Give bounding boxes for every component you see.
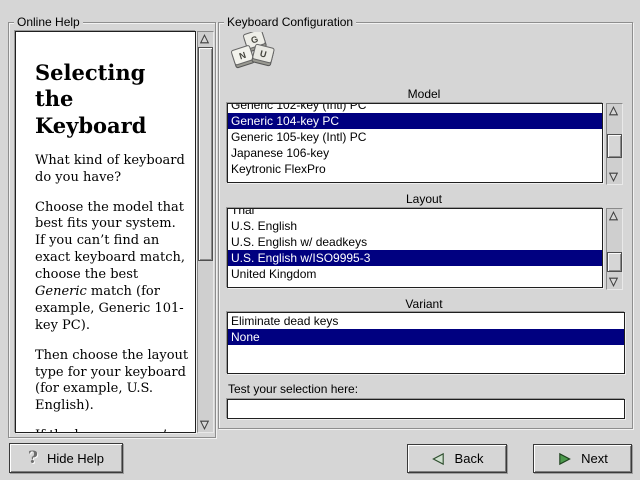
model-list-scrollbar[interactable] xyxy=(606,103,623,185)
help-content: Selecting the Keyboard What kind of keyb… xyxy=(16,32,195,433)
online-help-frame: Online Help Selecting the Keyboard What … xyxy=(8,22,216,438)
help-scrollbar[interactable] xyxy=(197,31,214,433)
layout-list-scrollbar[interactable] xyxy=(606,208,623,290)
scroll-up-icon[interactable] xyxy=(199,33,210,45)
scroll-down-icon[interactable] xyxy=(608,171,619,183)
list-item[interactable]: U.S. English xyxy=(228,218,602,234)
scroll-up-icon[interactable] xyxy=(608,105,619,117)
online-help-frame-label: Online Help xyxy=(14,15,83,29)
gnu-keyboard-keys-icon: G N U xyxy=(228,32,280,74)
hide-help-button-label: Hide Help xyxy=(47,451,104,466)
list-item[interactable]: Eliminate dead keys xyxy=(228,313,624,329)
keyboard-config-frame-label: Keyboard Configuration xyxy=(224,15,356,29)
layout-section-label: Layout xyxy=(227,192,621,206)
keyboard-test-input[interactable] xyxy=(227,399,625,419)
help-heading: Selecting the Keyboard xyxy=(35,60,189,139)
list-item[interactable]: None xyxy=(228,329,624,345)
list-item[interactable]: Keytronic FlexPro xyxy=(228,161,602,177)
list-item[interactable]: Generic 104-key PC xyxy=(228,113,602,129)
help-paragraph: Then choose the layout type for your key… xyxy=(35,348,189,416)
help-paragraph: What kind of keyboard do you have? xyxy=(35,153,189,187)
help-paragraph: If the language you’ve selected uses spe… xyxy=(35,428,189,433)
list-item[interactable]: Thai xyxy=(228,208,602,218)
next-button-label: Next xyxy=(581,451,608,466)
list-item[interactable]: United Kingdom xyxy=(228,266,602,282)
help-text-panel: Selecting the Keyboard What kind of keyb… xyxy=(15,31,196,433)
list-item[interactable]: U.S. English w/ISO9995-3 xyxy=(228,250,602,266)
test-selection-label: Test your selection here: xyxy=(228,382,358,396)
model-list[interactable]: Generic 102-key (Intl) PCGeneric 104-key… xyxy=(227,103,603,183)
installer-window: Online Help Selecting the Keyboard What … xyxy=(0,0,640,480)
hide-help-button[interactable]: ? Hide Help xyxy=(9,443,123,473)
scroll-down-icon[interactable] xyxy=(608,276,619,288)
list-item[interactable]: U.S. English w/ deadkeys xyxy=(228,234,602,250)
help-text-run-italic: Generic xyxy=(35,284,87,299)
list-item[interactable]: Japanese 106-key xyxy=(228,145,602,161)
list-item[interactable]: Generic 105-key (Intl) PC xyxy=(228,129,602,145)
model-section-label: Model xyxy=(227,87,621,101)
back-button-label: Back xyxy=(455,451,484,466)
next-arrow-icon xyxy=(557,452,572,466)
scrollbar-thumb[interactable] xyxy=(198,47,213,261)
help-text-run: Choose the model that best fits your sys… xyxy=(35,200,185,283)
next-button[interactable]: Next xyxy=(533,444,632,473)
help-paragraph: Choose the model that best fits your sys… xyxy=(35,200,189,335)
scrollbar-thumb[interactable] xyxy=(607,252,622,272)
question-mark-icon: ? xyxy=(28,450,38,467)
variant-section-label: Variant xyxy=(227,297,621,311)
scroll-up-icon[interactable] xyxy=(608,210,619,222)
keyboard-config-frame: Keyboard Configuration G N U Model Gener… xyxy=(218,22,633,429)
list-item[interactable]: Generic 102-key (Intl) PC xyxy=(228,103,602,113)
scroll-down-icon[interactable] xyxy=(199,419,210,431)
back-arrow-icon xyxy=(431,452,446,466)
layout-list[interactable]: ThaiU.S. EnglishU.S. English w/ deadkeys… xyxy=(227,208,603,288)
scrollbar-thumb[interactable] xyxy=(607,134,622,158)
variant-list[interactable]: Eliminate dead keysNone xyxy=(227,312,625,374)
back-button[interactable]: Back xyxy=(407,444,507,473)
